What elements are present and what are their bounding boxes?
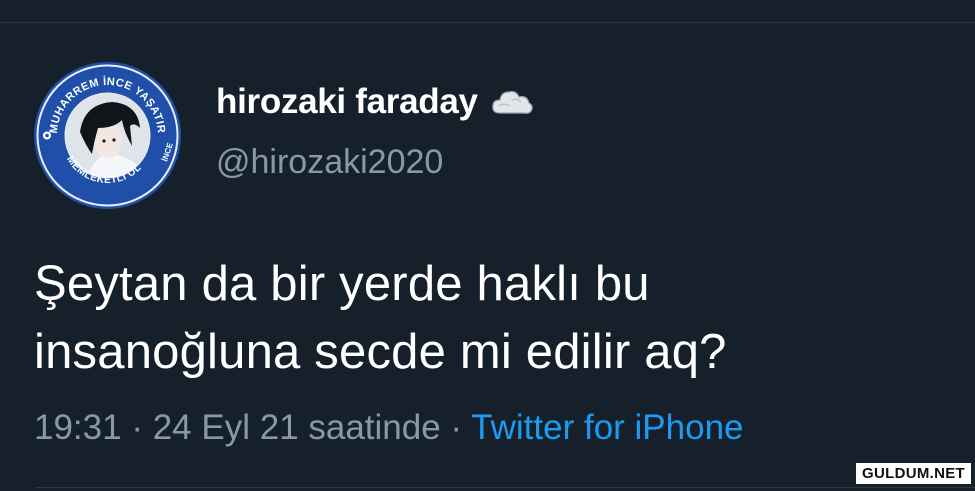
watermark: GULDUM.NET [856, 463, 971, 484]
meta-separator: · [440, 408, 472, 447]
meta-separator: · [121, 408, 153, 447]
cloud-icon [491, 90, 533, 114]
tweet-text-line: insanoğluna secde mi edilir aq? [34, 325, 727, 379]
display-name-row[interactable]: hirozaki faraday [216, 79, 534, 125]
bottom-divider [35, 487, 975, 488]
top-divider [0, 22, 975, 23]
tweet-date[interactable]: 24 Eyl 21 saatinde [153, 408, 441, 447]
tweet-meta: 19:31 · 24 Eyl 21 saatinde · Twitter for… [34, 408, 744, 448]
avatar-emblem-icon [43, 131, 51, 140]
display-name[interactable]: hirozaki faraday [216, 82, 478, 122]
tweet-text-line: Şeytan da bir yerde haklı bu [34, 257, 650, 311]
tweet-source-link[interactable]: Twitter for iPhone [471, 408, 743, 447]
tweet-text: Şeytan da bir yerde haklı bu insanoğluna… [34, 250, 934, 386]
user-handle[interactable]: @hirozaki2020 [216, 143, 443, 182]
avatar-image: MUHARREM İNCE YAŞATIR MEMLEKETLİ OL İNCE [34, 62, 181, 209]
tweet-time[interactable]: 19:31 [34, 408, 122, 447]
avatar[interactable]: MUHARREM İNCE YAŞATIR MEMLEKETLİ OL İNCE [34, 62, 181, 209]
